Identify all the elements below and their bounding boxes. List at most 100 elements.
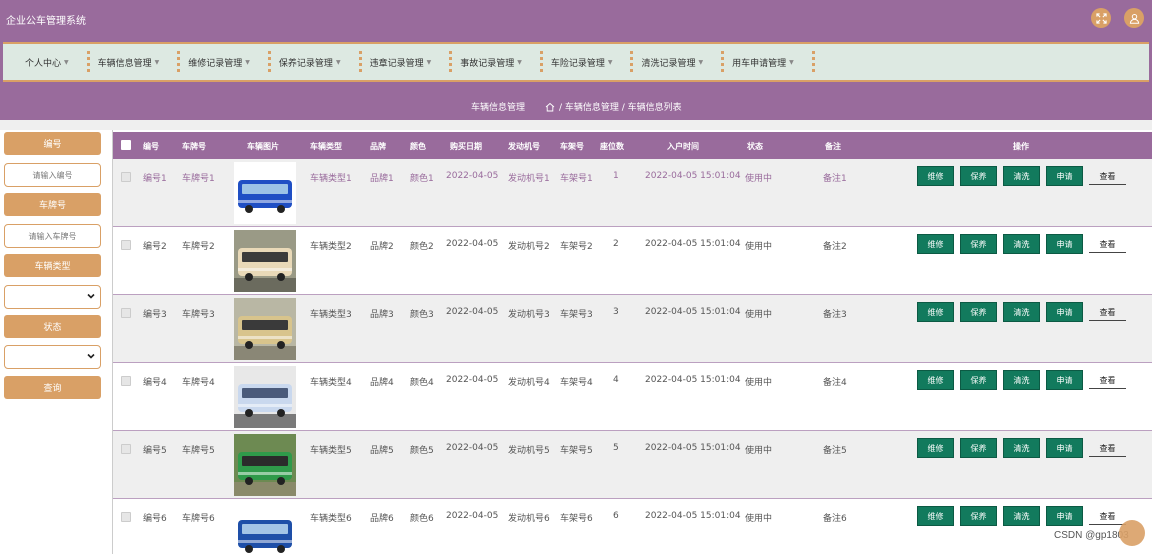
view-button[interactable]: 查看 bbox=[1089, 304, 1126, 321]
cell-color: 颜色3 bbox=[410, 310, 434, 320]
cell-date: 2022-04-05 bbox=[446, 239, 499, 249]
apply-button[interactable]: 申请 bbox=[1046, 234, 1083, 254]
page-title: 车辆信息管理 bbox=[471, 103, 526, 113]
wash-button[interactable]: 清洗 bbox=[1003, 302, 1040, 322]
table-row[interactable]: 编号1 车牌号1 车辆类型1 品牌1 颜色1 2022-04-05 发动机号1 车架号1 1 20… bbox=[113, 159, 1152, 227]
maintenance-button[interactable]: 保养 bbox=[960, 302, 997, 322]
wash-button[interactable]: 清洗 bbox=[1003, 438, 1040, 458]
nav-item-1[interactable]: 个人中心 ▼ bbox=[25, 44, 69, 80]
row-checkbox[interactable] bbox=[121, 376, 131, 386]
cell-note: 备注2 bbox=[823, 242, 847, 252]
apply-button[interactable]: 申请 bbox=[1046, 302, 1083, 322]
cell-color: 颜色6 bbox=[410, 514, 434, 524]
row-checkbox[interactable] bbox=[121, 172, 131, 182]
nav-separator bbox=[358, 51, 362, 73]
header-date[interactable]: 购买日期 bbox=[450, 141, 482, 152]
nav-item-5[interactable]: 违章记录管理 ▼ bbox=[370, 44, 432, 80]
table-row[interactable]: 编号4 车牌号4 车辆类型4 品牌4 颜色4 2022-04-05 发动机号4 车架号4 4 20… bbox=[113, 363, 1152, 431]
view-button[interactable]: 查看 bbox=[1089, 508, 1126, 525]
wash-button[interactable]: 清洗 bbox=[1003, 166, 1040, 186]
apply-button[interactable]: 申请 bbox=[1046, 506, 1083, 526]
row-checkbox[interactable] bbox=[121, 308, 131, 318]
cell-plate: 车牌号6 bbox=[182, 514, 215, 524]
row-checkbox[interactable] bbox=[121, 512, 131, 522]
row-checkbox[interactable] bbox=[121, 444, 131, 454]
maintenance-button[interactable]: 保养 bbox=[960, 506, 997, 526]
floating-action-button[interactable] bbox=[1119, 520, 1145, 546]
nav-separator bbox=[177, 51, 181, 73]
plate-search-input[interactable] bbox=[4, 224, 101, 248]
repair-button[interactable]: 维修 bbox=[917, 370, 954, 390]
caret-down-icon: ▼ bbox=[426, 58, 432, 66]
maintenance-button[interactable]: 保养 bbox=[960, 370, 997, 390]
table-row[interactable]: 编号3 车牌号3 车辆类型3 品牌3 颜色3 2022-04-05 发动机号3 车架号3 3 20… bbox=[113, 295, 1152, 363]
header-brand[interactable]: 品牌 bbox=[370, 141, 386, 152]
cell-status: 使用中 bbox=[745, 310, 773, 320]
wash-button[interactable]: 清洗 bbox=[1003, 506, 1040, 526]
home-icon[interactable] bbox=[545, 102, 555, 112]
vehicle-image[interactable] bbox=[234, 162, 296, 224]
user-button[interactable] bbox=[1124, 8, 1144, 28]
vehicle-image[interactable] bbox=[234, 298, 296, 360]
type-select[interactable] bbox=[4, 285, 101, 309]
cell-plate: 车牌号1 bbox=[182, 174, 215, 184]
vehicle-image[interactable] bbox=[234, 230, 296, 292]
nav-item-label: 清洗记录管理 bbox=[641, 58, 696, 69]
nav-item-3[interactable]: 维修记录管理 ▼ bbox=[188, 44, 250, 80]
header-seats[interactable]: 座位数 bbox=[600, 141, 624, 152]
view-button[interactable]: 查看 bbox=[1089, 372, 1126, 389]
cell-brand: 品牌2 bbox=[370, 242, 394, 252]
cell-date: 2022-04-05 bbox=[446, 307, 499, 317]
table-row[interactable]: 编号2 车牌号2 车辆类型2 品牌2 颜色2 2022-04-05 发动机号2 车架号2 2 20… bbox=[113, 227, 1152, 295]
fullscreen-button[interactable] bbox=[1091, 8, 1111, 28]
table-row[interactable]: 编号6 车牌号6 车辆类型6 品牌6 颜色6 2022-04-05 发动机号6 车架号6 6 20… bbox=[113, 499, 1152, 554]
maintenance-button[interactable]: 保养 bbox=[960, 234, 997, 254]
vehicle-image[interactable] bbox=[234, 366, 296, 428]
nav-item-2[interactable]: 车辆信息管理 ▼ bbox=[98, 44, 160, 80]
table-row[interactable]: 编号5 车牌号5 车辆类型5 品牌5 颜色5 2022-04-05 发动机号5 车架号5 5 20… bbox=[113, 431, 1152, 499]
repair-button[interactable]: 维修 bbox=[917, 302, 954, 322]
nav-item-label: 个人中心 bbox=[25, 58, 62, 69]
header-frame[interactable]: 车架号 bbox=[560, 141, 584, 152]
apply-button[interactable]: 申请 bbox=[1046, 370, 1083, 390]
maintenance-button[interactable]: 保养 bbox=[960, 438, 997, 458]
plate-label: 车牌号 bbox=[4, 193, 101, 216]
view-button[interactable]: 查看 bbox=[1089, 168, 1126, 185]
header-engine[interactable]: 发动机号 bbox=[508, 141, 540, 152]
repair-button[interactable]: 维修 bbox=[917, 234, 954, 254]
vehicle-image[interactable] bbox=[234, 502, 296, 554]
header-color[interactable]: 颜色 bbox=[410, 141, 426, 152]
repair-button[interactable]: 维修 bbox=[917, 166, 954, 186]
header-time[interactable]: 入户时间 bbox=[667, 141, 699, 152]
repair-button[interactable]: 维修 bbox=[917, 506, 954, 526]
nav-item-4[interactable]: 保养记录管理 ▼ bbox=[279, 44, 341, 80]
view-button[interactable]: 查看 bbox=[1089, 440, 1126, 457]
header-status[interactable]: 状态 bbox=[747, 141, 763, 152]
nav-item-label: 维修记录管理 bbox=[188, 58, 243, 69]
header-id[interactable]: 编号 bbox=[143, 141, 159, 152]
view-button[interactable]: 查看 bbox=[1089, 236, 1126, 253]
nav-item-7[interactable]: 车险记录管理 ▼ bbox=[551, 44, 613, 80]
cell-engine: 发动机号2 bbox=[508, 242, 550, 252]
apply-button[interactable]: 申请 bbox=[1046, 438, 1083, 458]
nav-wrapper: 个人中心 ▼ 车辆信息管理 ▼ 维修记录管理 ▼ 保养记录管理 ▼ 违章记录管理 ▼ 事故记录管理 ▼… bbox=[0, 38, 1152, 86]
nav-item-8[interactable]: 清洗记录管理 ▼ bbox=[641, 44, 703, 80]
nav-item-9[interactable]: 用车申请管理 ▼ bbox=[732, 44, 794, 80]
nav-item-6[interactable]: 事故记录管理 ▼ bbox=[460, 44, 522, 80]
repair-button[interactable]: 维修 bbox=[917, 438, 954, 458]
row-checkbox[interactable] bbox=[121, 240, 131, 250]
chevron-down-icon bbox=[87, 353, 95, 359]
wash-button[interactable]: 清洗 bbox=[1003, 370, 1040, 390]
select-all-checkbox[interactable] bbox=[121, 140, 131, 150]
query-button[interactable]: 查询 bbox=[4, 376, 101, 399]
header-plate[interactable]: 车牌号 bbox=[182, 141, 206, 152]
id-search-input[interactable] bbox=[4, 163, 101, 187]
apply-button[interactable]: 申请 bbox=[1046, 166, 1083, 186]
header-type[interactable]: 车辆类型 bbox=[310, 141, 342, 152]
top-bar: 企业公车管理系统 bbox=[0, 0, 1152, 38]
cell-status: 使用中 bbox=[745, 242, 773, 252]
vehicle-image[interactable] bbox=[234, 434, 296, 496]
wash-button[interactable]: 清洗 bbox=[1003, 234, 1040, 254]
status-select[interactable] bbox=[4, 345, 101, 369]
maintenance-button[interactable]: 保养 bbox=[960, 166, 997, 186]
